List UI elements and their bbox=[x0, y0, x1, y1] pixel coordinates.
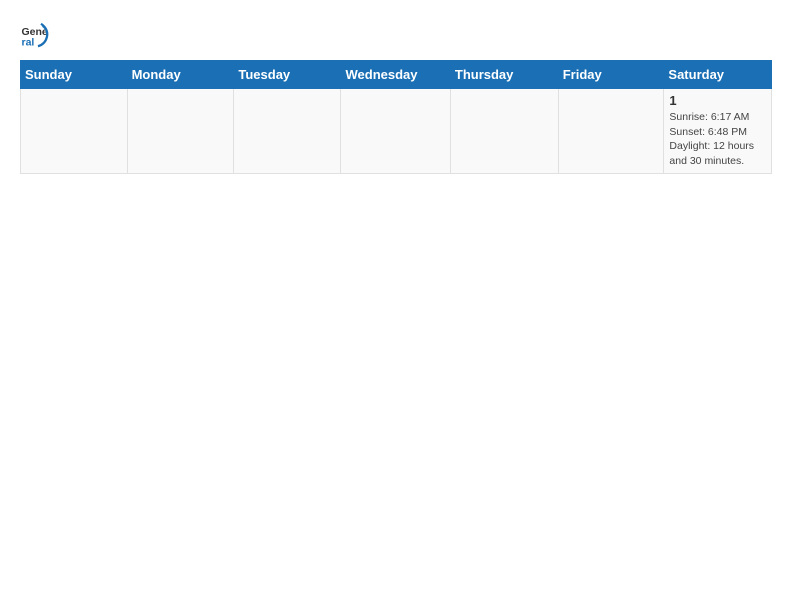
svg-text:ral: ral bbox=[22, 37, 35, 49]
day-info: Sunrise: 6:17 AMSunset: 6:48 PMDaylight:… bbox=[669, 110, 766, 169]
calendar-empty-cell bbox=[127, 89, 234, 174]
logo-icon: Gene ral bbox=[20, 20, 50, 50]
calendar-empty-cell bbox=[21, 89, 128, 174]
calendar-empty-cell bbox=[558, 89, 664, 174]
calendar-empty-cell bbox=[450, 89, 558, 174]
header-saturday: Saturday bbox=[664, 61, 772, 89]
calendar-header-row: SundayMondayTuesdayWednesdayThursdayFrid… bbox=[21, 61, 772, 89]
page-header: Gene ral bbox=[20, 20, 772, 50]
calendar-empty-cell bbox=[341, 89, 450, 174]
header-tuesday: Tuesday bbox=[234, 61, 341, 89]
calendar-week-row: 1 Sunrise: 6:17 AMSunset: 6:48 PMDaylight… bbox=[21, 89, 772, 174]
header-sunday: Sunday bbox=[21, 61, 128, 89]
header-friday: Friday bbox=[558, 61, 664, 89]
header-wednesday: Wednesday bbox=[341, 61, 450, 89]
calendar-table: SundayMondayTuesdayWednesdayThursdayFrid… bbox=[20, 60, 772, 174]
header-thursday: Thursday bbox=[450, 61, 558, 89]
header-monday: Monday bbox=[127, 61, 234, 89]
logo: Gene ral bbox=[20, 20, 54, 50]
calendar-empty-cell bbox=[234, 89, 341, 174]
day-number: 1 bbox=[669, 93, 766, 108]
calendar-day-cell: 1 Sunrise: 6:17 AMSunset: 6:48 PMDaylight… bbox=[664, 89, 772, 174]
